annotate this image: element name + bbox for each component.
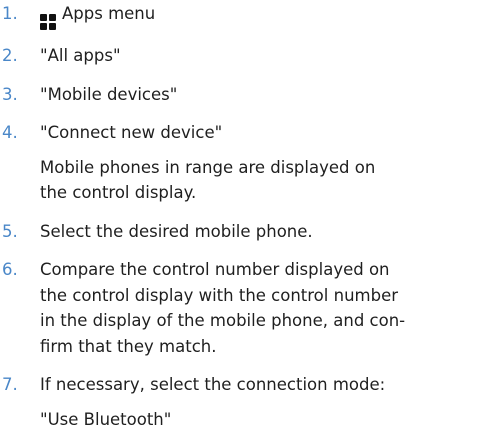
step-number: 7.	[2, 375, 18, 394]
step-number: 5.	[2, 221, 18, 241]
step-note: Mobile phones in range are displayed on …	[40, 155, 492, 206]
step-note-line: Mobile phones in range are displayed on	[40, 157, 376, 177]
step-number: 2.	[2, 46, 18, 65]
step-number: 3.	[2, 84, 18, 104]
step-body: "Mobile devices"	[40, 82, 492, 108]
step-text: Select the desired mobile phone.	[40, 221, 313, 241]
step-text: Compare the control number displayed on	[40, 260, 390, 279]
step-text: "Connect new device"	[40, 123, 223, 142]
step-body: If necessary, select the connection mode…	[40, 372, 492, 432]
step-text: firm that they match.	[40, 336, 217, 356]
step-body: "Connect new device" Mobile phones in ra…	[40, 120, 492, 206]
step-note-line: the control display.	[40, 183, 197, 202]
step-body: Compare the control number displayed on …	[40, 257, 492, 359]
step-2: 2. "All apps"	[2, 43, 492, 69]
step-number: 4.	[2, 123, 18, 142]
step-note-line: "Use Bluetooth"	[40, 409, 172, 429]
step-text: If necessary, select the connection mode…	[40, 375, 386, 394]
step-4: 4. "Connect new device" Mobile phones in…	[2, 120, 492, 206]
step-6: 6. Compare the control number displayed …	[2, 257, 492, 359]
step-3: 3. "Mobile devices"	[2, 82, 492, 108]
step-number: 1.	[2, 4, 18, 23]
step-text: "Mobile devices"	[40, 84, 178, 104]
steps-list: 1. Apps menu 2. "All apps" 3. "Mobile de…	[2, 1, 492, 432]
apps-grid-icon	[40, 14, 56, 30]
step-body: Select the desired mobile phone.	[40, 219, 492, 245]
step-5: 5. Select the desired mobile phone.	[2, 219, 492, 245]
step-text: in the display of the mobile phone, and …	[40, 311, 406, 330]
apps-menu-label: Apps menu	[62, 4, 156, 23]
step-body: Apps menu	[40, 1, 492, 30]
step-7: 7. If necessary, select the connection m…	[2, 372, 492, 432]
step-1: 1. Apps menu	[2, 1, 492, 30]
step-text: the control display with the control num…	[40, 285, 399, 305]
step-text: Apps menu	[40, 1, 492, 30]
step-body: "All apps"	[40, 43, 492, 69]
step-text: "All apps"	[40, 46, 121, 65]
step-note: "Use Bluetooth"	[40, 407, 492, 433]
step-number: 6.	[2, 260, 18, 279]
instruction-page: 1. Apps menu 2. "All apps" 3. "Mobile de…	[0, 0, 504, 442]
